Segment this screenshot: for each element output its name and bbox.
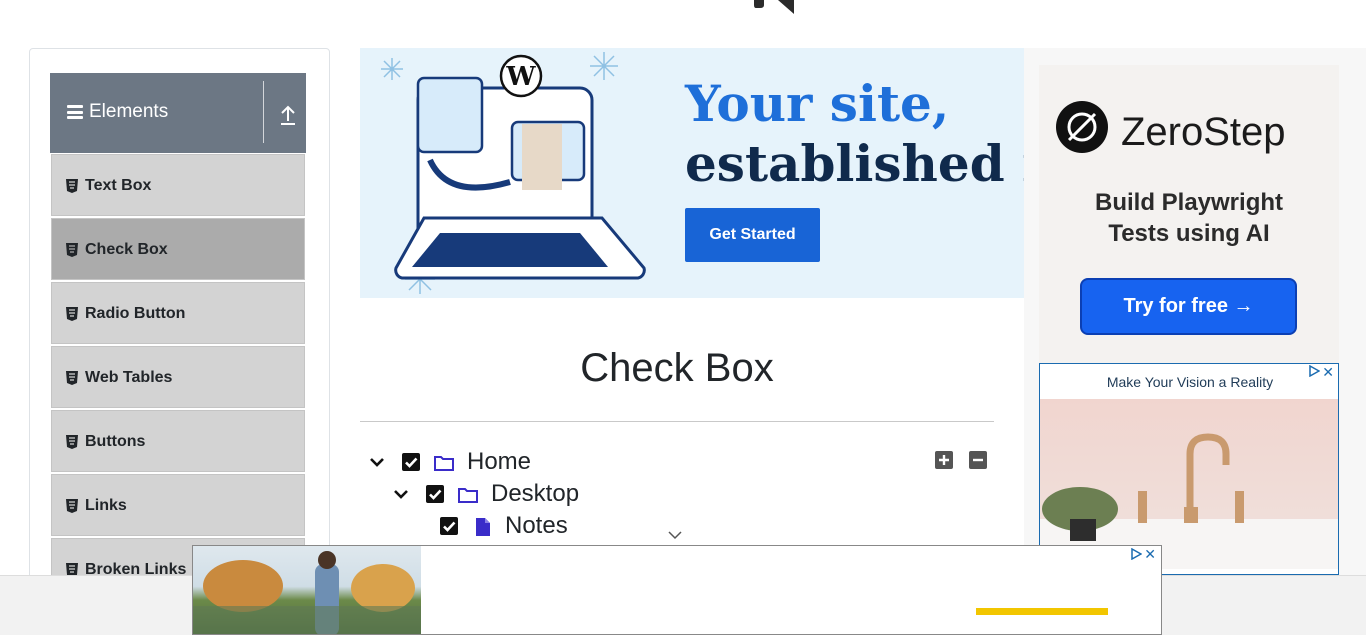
html5-icon	[66, 243, 78, 257]
banner-headline-line2: established in	[685, 134, 1025, 193]
checkbox-checked[interactable]	[426, 485, 444, 503]
sidebar-item-check-box[interactable]: Check Box	[51, 218, 305, 280]
zerostep-tagline: Build Playwright Tests using AI	[1039, 187, 1339, 249]
page-title: Check Box	[580, 346, 774, 390]
zerostep-brand: ZeroStep	[1121, 110, 1286, 154]
faucet-image	[1040, 399, 1338, 569]
html5-icon	[66, 371, 78, 385]
checkbox-checked[interactable]	[402, 453, 420, 471]
adchoices-icon[interactable]	[1308, 365, 1320, 377]
title-divider	[360, 421, 994, 422]
chevron-down-icon[interactable]	[369, 454, 385, 470]
get-started-button[interactable]: Get Started	[685, 208, 820, 262]
elements-menu: Text Box Check Box Radio Button Web Tabl…	[51, 154, 305, 602]
tree-node-label[interactable]: Desktop	[491, 480, 579, 508]
header-separator	[263, 81, 264, 143]
sidebar-item-text-box[interactable]: Text Box	[51, 154, 305, 216]
tree-node-desktop: Desktop	[393, 480, 793, 510]
chevron-down-icon[interactable]	[393, 486, 409, 502]
banner-headline: Your site, established in	[685, 74, 1025, 194]
close-icon[interactable]: ✕	[1144, 546, 1156, 563]
ad-photo	[193, 546, 421, 634]
tree-node-notes: Notes	[440, 512, 740, 542]
collapse-up-icon[interactable]	[278, 104, 298, 126]
site-logo-fragment	[754, 0, 794, 14]
folder-icon	[434, 456, 454, 471]
wordpress-banner-ad[interactable]: W Your site, established in Get Started	[360, 48, 1025, 298]
banner-headline-line1: Your site,	[685, 74, 950, 133]
collapse-all-button[interactable]	[969, 451, 987, 469]
chevron-down-icon[interactable]	[667, 528, 683, 542]
html5-icon	[66, 499, 78, 513]
adchoices-icon[interactable]	[1130, 548, 1142, 560]
html5-icon	[66, 179, 78, 193]
faucet-illustration	[1040, 433, 1338, 569]
zerostep-tagline-line1: Build Playwright	[1094, 189, 1283, 216]
close-icon[interactable]: ✕	[1322, 364, 1334, 381]
sidebar-item-label: Links	[85, 497, 127, 514]
tree-node-label[interactable]: Notes	[505, 512, 568, 540]
sidebar-item-label: Check Box	[85, 241, 168, 258]
tree-node-home: Home	[369, 448, 769, 478]
sidebar-item-links[interactable]: Links	[51, 474, 305, 536]
sidebar-item-radio-button[interactable]: Radio Button	[51, 282, 305, 344]
svg-text:W: W	[505, 62, 536, 92]
elements-group-header[interactable]: Elements	[50, 73, 306, 153]
hamburger-icon	[67, 105, 83, 119]
zerostep-ad[interactable]: ZeroStep Build Playwright Tests using AI…	[1039, 65, 1339, 365]
group-title: Elements	[89, 101, 169, 122]
ad-accent-line	[976, 608, 1108, 615]
file-icon	[476, 518, 490, 536]
ad-photo-illustration	[193, 551, 421, 634]
try-for-free-button[interactable]: Try for free →	[1080, 278, 1297, 335]
sidebar-item-label: Buttons	[85, 433, 146, 450]
zerostep-tagline-line2: Tests using AI	[1108, 220, 1270, 247]
folder-icon	[458, 488, 478, 503]
sidebar-item-web-tables[interactable]: Web Tables	[51, 346, 305, 408]
sidebar-item-label: Web Tables	[85, 369, 173, 386]
html5-icon	[66, 307, 78, 321]
sidebar-item-label: Text Box	[85, 177, 152, 194]
laptop-illustration: W	[381, 52, 646, 294]
sidebar-item-buttons[interactable]: Buttons	[51, 410, 305, 472]
sidebar-item-label: Radio Button	[85, 305, 186, 322]
checkbox-checked[interactable]	[440, 517, 458, 535]
bottom-banner-ad[interactable]: ✕	[192, 545, 1162, 635]
tree-node-label[interactable]: Home	[467, 448, 531, 476]
page-root: Elements Text Box Check Box Radio Button	[0, 0, 1366, 635]
vision-ad[interactable]: Make Your Vision a Reality ✕	[1039, 363, 1339, 575]
zerostep-logo-icon	[1056, 101, 1108, 153]
html5-icon	[66, 435, 78, 449]
vision-ad-title: Make Your Vision a Reality	[1106, 374, 1274, 390]
expand-all-button[interactable]	[935, 451, 953, 469]
